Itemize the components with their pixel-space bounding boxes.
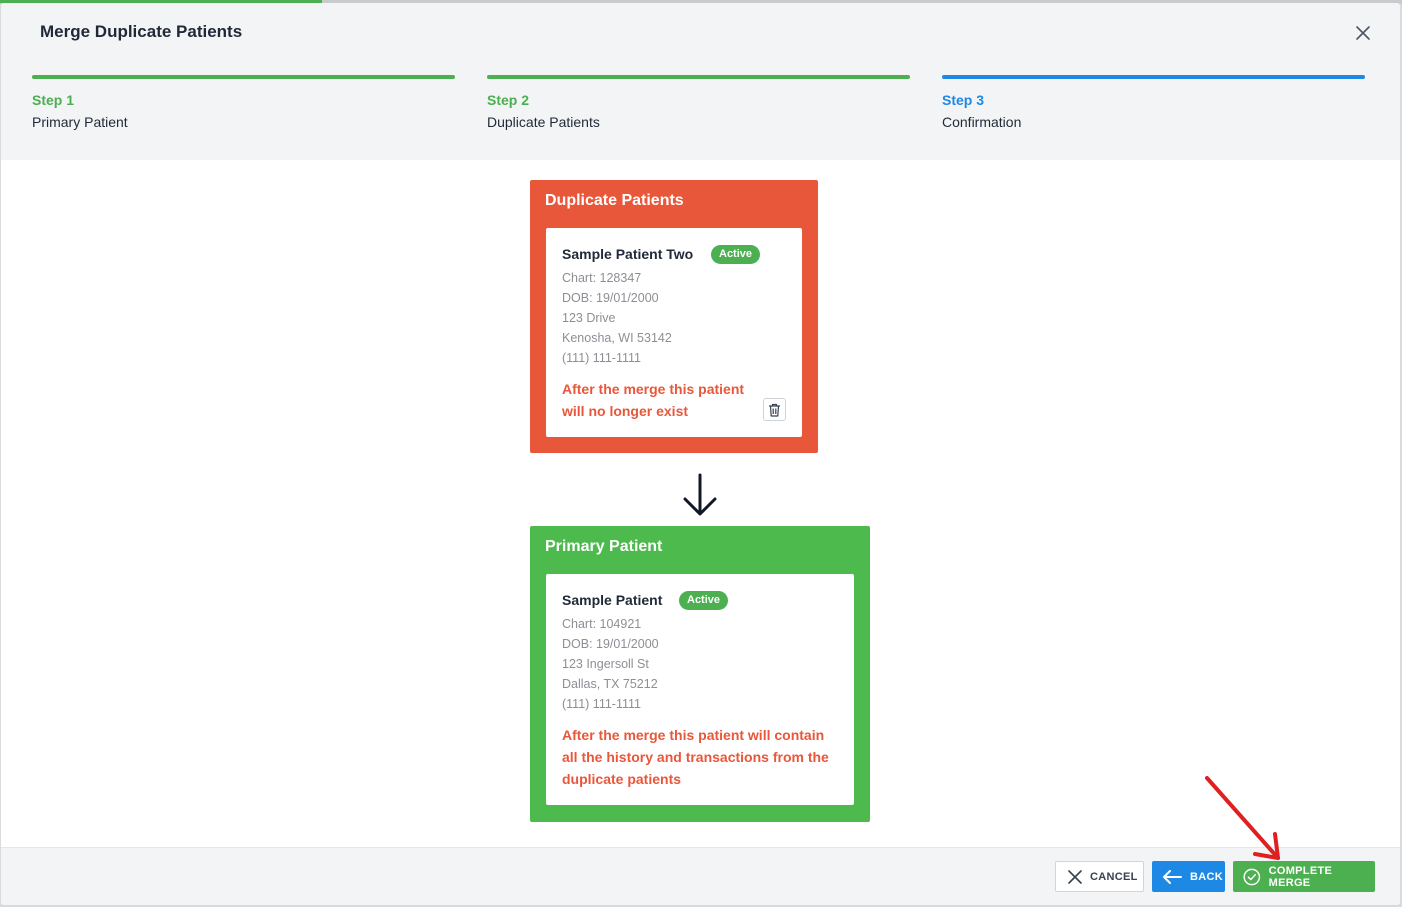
step-3-progress-line — [942, 75, 1365, 79]
patient-chart: Chart: 128347 — [562, 271, 642, 285]
step-2-progress-line — [487, 75, 910, 79]
patient-phone: (111) 111-1111 — [562, 351, 641, 365]
patient-address-line1: 123 Ingersoll St — [562, 657, 649, 671]
complete-merge-button[interactable]: COMPLETE MERGE — [1233, 861, 1375, 892]
patient-details: Chart: 128347 DOB: 19/01/2000 123 Drive … — [562, 268, 672, 368]
step-1-name: Primary Patient — [32, 114, 128, 130]
modal-footer: CANCEL BACK COMPLETE MERGE — [1, 847, 1400, 905]
patient-phone: (111) 111-1111 — [562, 697, 641, 711]
step-2: Step 2 Duplicate Patients — [487, 75, 910, 130]
cancel-button[interactable]: CANCEL — [1055, 861, 1144, 892]
duplicate-warning: After the merge this patient will no lon… — [562, 381, 745, 419]
patient-dob: DOB: 19/01/2000 — [562, 637, 659, 651]
patient-chart: Chart: 104921 — [562, 617, 642, 631]
step-3: Step 3 Confirmation — [942, 75, 1365, 130]
patient-details: Chart: 104921 DOB: 19/01/2000 123 Ingers… — [562, 614, 659, 714]
patient-address-line2: Dallas, TX 75212 — [562, 677, 658, 691]
complete-merge-button-label: COMPLETE MERGE — [1268, 864, 1333, 889]
patient-address-line2: Kenosha, WI 53142 — [562, 331, 672, 345]
patient-name: Sample Patient — [562, 592, 663, 608]
primary-patient-panel: Primary Patient Sample Patient Active Ch… — [530, 526, 870, 822]
primary-warning: After the merge this patient will contai… — [562, 727, 829, 787]
patient-dob: DOB: 19/01/2000 — [562, 291, 659, 305]
step-3-number: Step 3 — [942, 92, 985, 108]
status-badge: Active — [679, 591, 729, 610]
remove-duplicate-button[interactable] — [763, 398, 786, 421]
back-button-label: BACK — [1190, 870, 1223, 883]
status-badge: Active — [711, 245, 761, 264]
patient-address-line1: 123 Drive — [562, 311, 616, 325]
check-circle-icon — [1243, 868, 1261, 885]
primary-patient-card: Sample Patient Active Chart: 104921 DOB:… — [546, 574, 854, 805]
modal-header: Merge Duplicate Patients Step 1 Primary … — [1, 3, 1400, 160]
close-button[interactable] — [1353, 23, 1373, 43]
duplicate-patient-card: Sample Patient Two Active Chart: 128347 … — [546, 228, 802, 437]
back-button[interactable]: BACK — [1152, 861, 1225, 892]
merge-modal: Merge Duplicate Patients Step 1 Primary … — [1, 3, 1400, 905]
duplicate-patients-heading: Duplicate Patients — [545, 192, 684, 209]
trash-icon — [769, 403, 780, 417]
step-3-name: Confirmation — [942, 114, 1022, 130]
primary-patient-heading: Primary Patient — [545, 538, 663, 555]
step-2-name: Duplicate Patients — [487, 114, 600, 130]
duplicate-patients-panel: Duplicate Patients Sample Patient Two Ac… — [530, 180, 818, 453]
step-2-number: Step 2 — [487, 92, 530, 108]
step-1-progress-line — [32, 75, 455, 79]
step-1-number: Step 1 — [32, 92, 75, 108]
arrow-left-icon — [1163, 869, 1182, 884]
arrow-down-icon — [683, 473, 717, 516]
cancel-button-label: CANCEL — [1090, 870, 1138, 883]
x-icon — [1068, 869, 1082, 884]
modal-title: Merge Duplicate Patients — [40, 22, 243, 41]
step-1: Step 1 Primary Patient — [32, 75, 455, 130]
patient-name: Sample Patient Two — [562, 246, 694, 262]
close-icon — [1356, 26, 1370, 40]
